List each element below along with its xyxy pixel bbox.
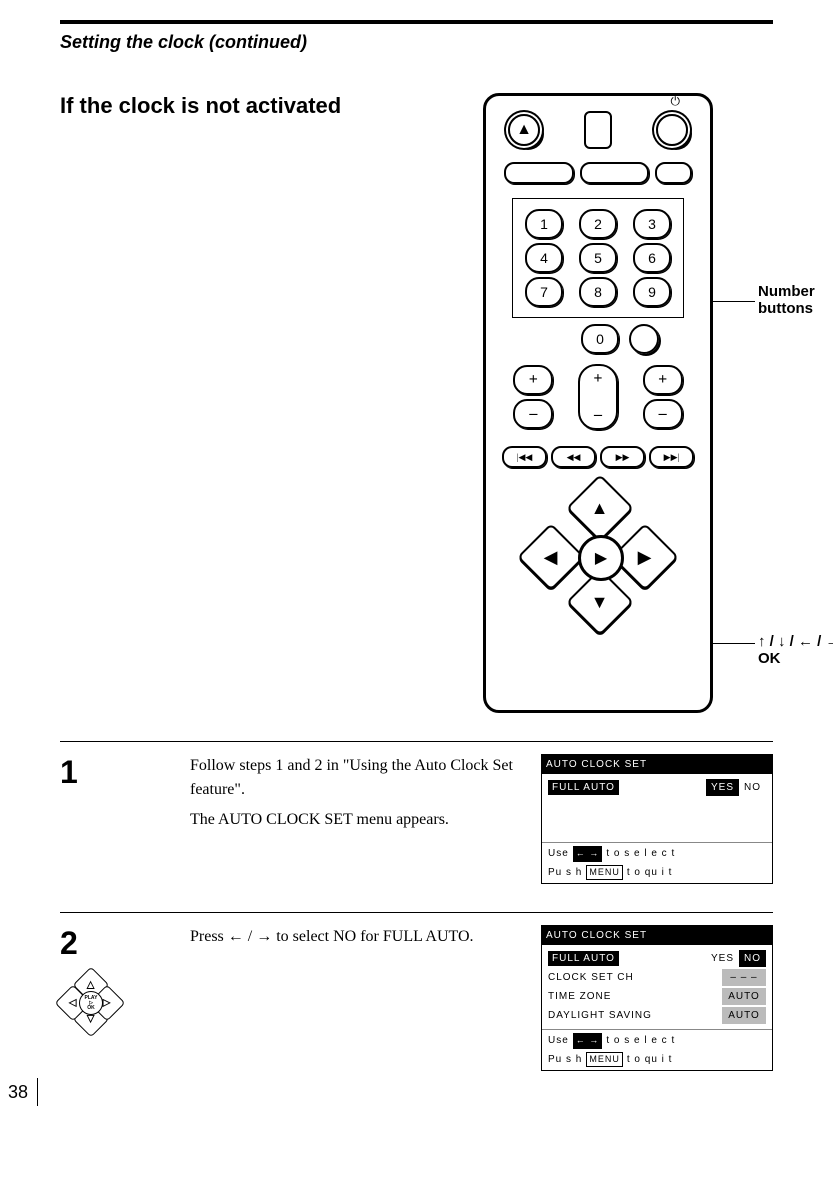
eject-button[interactable]: ▲ <box>508 114 540 146</box>
step-1-screen: AUTO CLOCK SET FULL AUTO YES NO Use ← → <box>541 754 773 884</box>
hint-menu-icon-2: MENU <box>586 1052 623 1068</box>
vol-rocker[interactable]: + – <box>578 364 618 430</box>
hint-use-tail: t o s e l e c t <box>606 846 675 861</box>
hint-use-2: Use <box>548 1033 569 1048</box>
hint-use: Use <box>548 846 569 861</box>
val-daylight-saving: AUTO <box>722 1007 766 1024</box>
hint-arrows-icon-2: ← → <box>573 1033 603 1049</box>
menu-clock-set-ch: CLOCK SET CH <box>548 970 634 985</box>
divider-2 <box>60 912 773 913</box>
choice-yes: YES <box>706 779 739 796</box>
menu-daylight-saving: DAYLIGHT SAVING <box>548 1008 652 1023</box>
callout-line-numbers <box>713 301 755 302</box>
divider-1 <box>60 741 773 742</box>
menu-full-auto-2: FULL AUTO <box>548 951 619 966</box>
hint-push-tail-2: t o qu i t <box>627 1052 673 1067</box>
mode-switch[interactable] <box>584 111 612 149</box>
page-heading: If the clock is not activated <box>60 93 483 119</box>
enter-button[interactable] <box>629 324 659 354</box>
callout-number-buttons: Number buttons <box>758 283 815 317</box>
screen-title: AUTO CLOCK SET <box>542 755 772 774</box>
small-plus[interactable]: + <box>513 365 553 395</box>
num-6[interactable]: 6 <box>633 243 671 273</box>
menu-full-auto: FULL AUTO <box>548 780 619 795</box>
page-number: 38 <box>8 1082 28 1103</box>
prev-track[interactable]: |◀◀ <box>502 446 547 468</box>
num-5[interactable]: 5 <box>579 243 617 273</box>
hint-menu-icon: MENU <box>586 865 623 881</box>
power-button[interactable] <box>656 114 688 146</box>
menu-time-zone: TIME ZONE <box>548 989 611 1004</box>
small-minus[interactable]: – <box>513 399 553 429</box>
hint-use-tail-2: t o s e l e c t <box>606 1033 675 1048</box>
hint-push: Pu s h <box>548 865 582 880</box>
callout-line-dpad <box>713 643 755 644</box>
step-1-number: 1 <box>60 754 190 791</box>
choice-no-2: NO <box>739 950 766 967</box>
hint-push-tail: t o qu i t <box>627 865 673 880</box>
top-pill-2[interactable] <box>580 162 650 184</box>
dpad: ▲ ▼ ◀ ▶ ▶ <box>523 480 673 630</box>
val-clock-set-ch: – – – <box>722 969 766 986</box>
hint-push-2: Pu s h <box>548 1052 582 1067</box>
num-7[interactable]: 7 <box>525 277 563 307</box>
num-0[interactable]: 0 <box>581 324 619 354</box>
remote-control: ▲ 1 2 3 <box>483 93 713 713</box>
ffwd[interactable]: ▶▶ <box>600 446 645 468</box>
num-2[interactable]: 2 <box>579 209 617 239</box>
dpad-left[interactable]: ◀ <box>517 523 585 591</box>
val-time-zone: AUTO <box>722 988 766 1005</box>
next-track[interactable]: ▶▶| <box>649 446 694 468</box>
dpad-ok[interactable]: ▶ <box>578 535 624 581</box>
num-1[interactable]: 1 <box>525 209 563 239</box>
num-9[interactable]: 9 <box>633 277 671 307</box>
step-2-number: 2 <box>60 925 78 962</box>
section-title: Setting the clock (continued) <box>60 32 773 53</box>
top-bar <box>60 20 773 24</box>
dpad-up[interactable]: ▲ <box>566 474 634 542</box>
number-pad-frame: 1 2 3 4 5 6 7 8 9 <box>512 198 684 318</box>
choice-yes-2: YES <box>706 950 739 967</box>
step-2-screen: AUTO CLOCK SET FULL AUTO YES NO CLOCK SE… <box>541 925 773 1071</box>
top-pill-3[interactable] <box>655 162 692 184</box>
ch-plus[interactable]: + <box>643 365 683 395</box>
num-4[interactable]: 4 <box>525 243 563 273</box>
ch-minus[interactable]: – <box>643 399 683 429</box>
hint-arrows-icon: ← → <box>573 846 603 862</box>
choice-no: NO <box>739 779 766 796</box>
rewind[interactable]: ◀◀ <box>551 446 596 468</box>
num-8[interactable]: 8 <box>579 277 617 307</box>
mini-dpad-icon: △ ▽ ◁ ▷ PLAY ▷ OK <box>60 972 120 1032</box>
num-3[interactable]: 3 <box>633 209 671 239</box>
top-pill-1[interactable] <box>504 162 574 184</box>
screen-title-2: AUTO CLOCK SET <box>542 926 772 945</box>
callout-dpad-ok: ↑ / ↓ / ← / → OK <box>758 633 833 667</box>
